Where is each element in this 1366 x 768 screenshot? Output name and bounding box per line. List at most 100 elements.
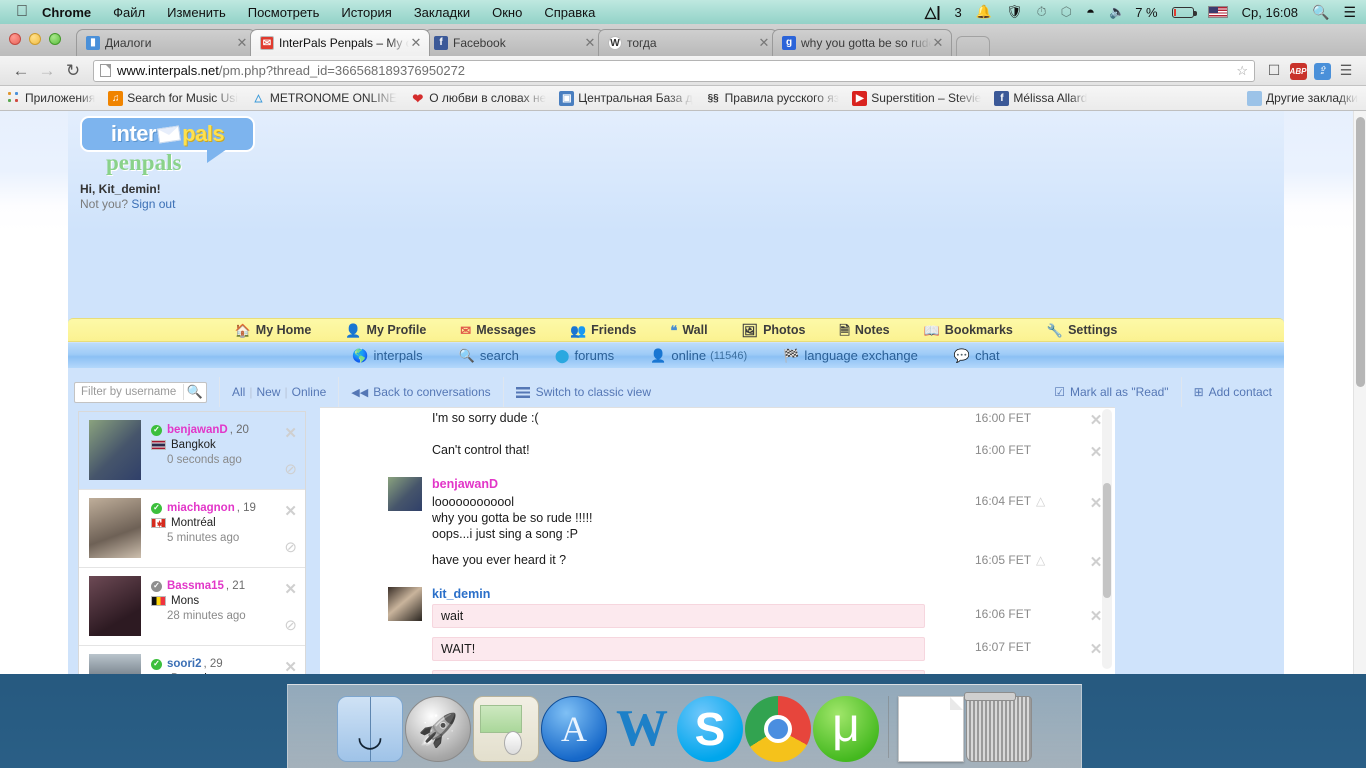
signout-link[interactable]: Sign out <box>131 197 175 211</box>
filter-new[interactable]: New <box>256 385 280 399</box>
add-contact-button[interactable]: ⊞ Add contact <box>1182 377 1284 407</box>
mark-all-read-button[interactable]: ☑ Mark all as "Read" <box>1042 377 1182 407</box>
adblock-icon[interactable]: ABP <box>1286 61 1310 80</box>
other-bookmarks-folder[interactable]: Другие закладки <box>1247 90 1358 106</box>
avatar[interactable] <box>388 477 422 511</box>
nav-bookmarks[interactable]: 📖 Bookmarks <box>924 323 1013 337</box>
page-scrollbar[interactable] <box>1353 111 1366 674</box>
notification-bell-icon[interactable]: 🔔 <box>976 4 992 20</box>
switch-classic-view-button[interactable]: Switch to classic view <box>504 377 663 407</box>
interpals-logo[interactable]: inter pals <box>80 116 255 163</box>
bookmark-pravila-russkogo[interactable]: §§ Правила русского яз <box>706 91 840 106</box>
menu-item-window[interactable]: Окно <box>492 5 522 20</box>
shield-check-icon[interactable]: 🛡 <box>1006 4 1023 20</box>
time-machine-icon[interactable]: ⏱ <box>1036 4 1046 20</box>
close-window-button[interactable] <box>9 33 21 45</box>
block-user-icon[interactable]: ⊘ <box>284 460 297 478</box>
share-icon[interactable]: ⇪ <box>1310 61 1334 80</box>
dock-item-skype[interactable] <box>677 696 743 762</box>
reload-button-icon[interactable]: ↻ <box>60 61 86 81</box>
dock-item-finder[interactable] <box>337 696 403 762</box>
dock-item-google-chrome[interactable] <box>745 696 811 762</box>
menubar-clock[interactable]: Ср, 16:08 <box>1242 5 1298 20</box>
bookmark-melissa-allard[interactable]: f Mélissa Allard <box>994 90 1087 106</box>
menu-item-edit[interactable]: Изменить <box>167 5 226 20</box>
close-tab-icon[interactable]: ✕ <box>235 35 249 51</box>
dock-item-trash[interactable] <box>964 692 1032 762</box>
filter-username-input[interactable]: Filter by username 🔍 <box>74 381 207 403</box>
avatar[interactable] <box>89 498 141 558</box>
subnav-interpals[interactable]: 🌎 interpals <box>352 348 422 363</box>
pocket-icon[interactable]: ☐ <box>1262 62 1286 79</box>
conversation-list[interactable]: benjawanD, 20 Bangkok 0 seconds ago ✕ ⊘ <box>78 411 306 674</box>
delete-conversation-icon[interactable]: ✕ <box>284 503 297 520</box>
tab-facebook[interactable]: f Facebook ✕ <box>424 29 604 56</box>
minimize-window-button[interactable] <box>29 33 41 45</box>
forward-button-icon[interactable]: → <box>34 61 60 81</box>
conversation-username[interactable]: Bassma15 <box>167 580 224 592</box>
subnav-forums[interactable]: ⬤ forums <box>555 348 614 363</box>
menu-item-view[interactable]: Посмотреть <box>248 5 320 20</box>
nav-photos[interactable]: 🖼 Photos <box>742 323 806 337</box>
subnav-chat[interactable]: 💬 chat <box>954 348 1000 363</box>
menu-item-file[interactable]: Файл <box>113 5 145 20</box>
bookmark-apps[interactable]: Приложения <box>6 90 95 106</box>
chrome-menu-icon[interactable]: ☰ <box>1334 62 1358 79</box>
volume-icon[interactable]: 🔈 <box>1109 4 1125 20</box>
bookmark-search-music[interactable]: ♫ Search for Music Usi <box>108 90 238 106</box>
menu-item-chrome[interactable]: Chrome <box>42 5 91 20</box>
address-bar[interactable]: www.interpals.net/pm.php?thread_id=36656… <box>93 59 1255 82</box>
close-tab-icon[interactable]: ✕ <box>931 35 945 51</box>
delete-conversation-icon[interactable]: ✕ <box>284 659 297 674</box>
page-info-icon[interactable] <box>100 64 111 77</box>
conversation-item[interactable]: miachagnon, 19 Montréal 5 minutes ago ✕ … <box>79 490 305 568</box>
dock-item-maps[interactable] <box>473 696 539 762</box>
block-user-icon[interactable]: ⊘ <box>284 538 297 556</box>
bookmark-centralnaya-baza[interactable]: ▣ Центральная База д <box>559 90 693 106</box>
tab-interpals[interactable]: ✉ InterPals Penpals – My con ✕ <box>250 29 430 56</box>
menu-item-bookmarks[interactable]: Закладки <box>414 5 470 20</box>
bluetooth-icon[interactable]: ⬡ <box>1061 4 1072 20</box>
bookmark-star-icon[interactable]: ☆ <box>1236 63 1248 79</box>
subnav-online[interactable]: 👤 online (11546) <box>650 348 747 363</box>
conversation-username[interactable]: miachagnon <box>167 502 235 514</box>
battery-icon[interactable] <box>1171 6 1197 18</box>
bookmark-o-lyubvi[interactable]: ❤ О любви в словах не <box>410 91 546 106</box>
subnav-language-exchange[interactable]: 🏁 language exchange <box>783 348 918 363</box>
conversation-username[interactable]: benjawanD <box>167 424 228 436</box>
apple-logo-icon[interactable]:  <box>16 4 28 20</box>
wifi-icon[interactable]: ◓ <box>1086 4 1095 21</box>
delete-conversation-icon[interactable]: ✕ <box>284 425 297 442</box>
alfred-icon[interactable]: △| <box>925 3 941 21</box>
tab-google-search[interactable]: g why you gotta be so rude ✕ <box>772 29 952 56</box>
window-traffic-lights[interactable] <box>9 33 61 45</box>
notification-center-icon[interactable]: ☰ <box>1343 4 1356 21</box>
scrollbar-thumb[interactable] <box>1356 117 1365 387</box>
delete-conversation-icon[interactable]: ✕ <box>284 581 297 598</box>
dock-item-utorrent[interactable] <box>813 696 879 762</box>
nav-notes[interactable]: 🗎 Notes <box>839 323 889 337</box>
conversation-item[interactable]: Bassma15, 21 Mons 28 minutes ago ✕ ⊘ <box>79 568 305 646</box>
avatar[interactable] <box>388 587 422 621</box>
block-user-icon[interactable]: ⊘ <box>284 616 297 634</box>
back-button-icon[interactable]: ← <box>8 61 34 81</box>
close-tab-icon[interactable]: ✕ <box>409 35 423 51</box>
nav-messages[interactable]: ✉ Messages <box>460 323 536 337</box>
subnav-search[interactable]: 🔍 search <box>459 348 519 363</box>
conversation-username[interactable]: soori2 <box>167 658 202 670</box>
tab-togda[interactable]: W тогда ✕ <box>598 29 778 56</box>
zoom-window-button[interactable] <box>49 33 61 45</box>
nav-friends[interactable]: 👥 Friends <box>570 323 636 337</box>
input-language-flag-icon[interactable] <box>1207 6 1228 18</box>
delete-message-icon[interactable]: ✕ <box>1077 670 1115 674</box>
close-tab-icon[interactable]: ✕ <box>757 35 771 51</box>
dock-item-launchpad[interactable] <box>405 696 471 762</box>
dock-item-microsoft-word[interactable]: W <box>609 696 675 762</box>
scrollbar-thumb[interactable] <box>1103 483 1111 598</box>
conversation-item[interactable]: benjawanD, 20 Bangkok 0 seconds ago ✕ ⊘ <box>79 412 305 490</box>
back-to-conversations-button[interactable]: ◀◀ Back to conversations <box>339 377 504 407</box>
filter-all[interactable]: All <box>232 385 245 399</box>
filter-online[interactable]: Online <box>292 385 327 399</box>
bookmark-superstition[interactable]: ▶ Superstition – Stevie <box>852 90 981 106</box>
message-scrollbar[interactable] <box>1102 409 1112 669</box>
